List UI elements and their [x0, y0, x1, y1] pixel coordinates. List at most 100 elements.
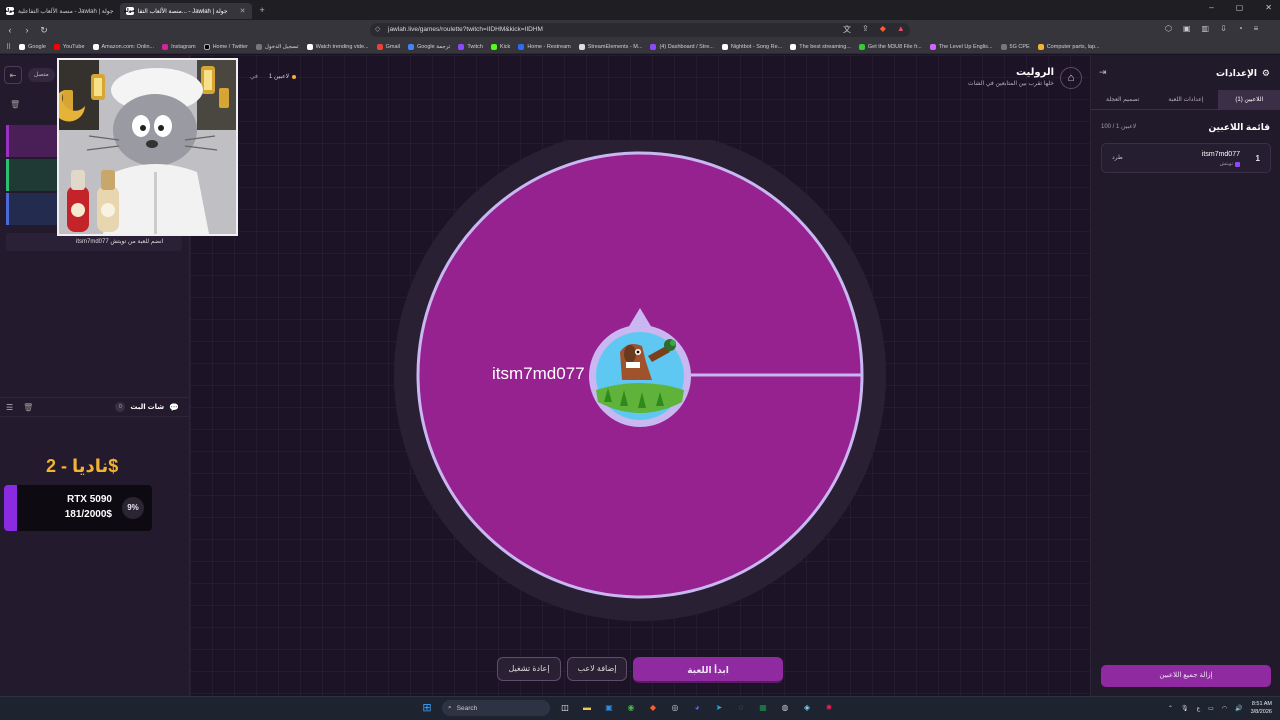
- chrome-icon[interactable]: ◉: [624, 701, 638, 715]
- wallet-icon[interactable]: ▣: [1183, 24, 1191, 33]
- bookmark-item[interactable]: YouTube: [53, 43, 85, 50]
- bookmark-item[interactable]: StreamElements - M...: [578, 43, 642, 50]
- remove-all-players-button[interactable]: إزالة جميع اللاعبين: [1101, 665, 1271, 687]
- microphone-icon[interactable]: 🎙: [1181, 705, 1189, 712]
- rewards-icon[interactable]: ▲: [897, 24, 905, 35]
- url-field[interactable]: ◇ jawlah.live/games/roulette?twitch=IIDH…: [370, 23, 910, 37]
- player-name: itsm7md077: [1201, 151, 1240, 158]
- new-tab-icon[interactable]: +: [260, 5, 265, 15]
- bookmark-item[interactable]: Instagram: [162, 43, 196, 50]
- windows-start-icon[interactable]: ⊞: [420, 701, 434, 715]
- telegram-icon[interactable]: ➤: [712, 701, 726, 715]
- vpn-icon[interactable]: ◔: [1238, 24, 1243, 33]
- bookmark-item[interactable]: Get the M3U8 File fr...: [858, 43, 922, 50]
- back-icon[interactable]: ‹: [3, 25, 17, 35]
- bookmark-item[interactable]: Amazon.com: Onlin...: [92, 43, 154, 50]
- url-text: jawlah.live/games/roulette?twitch=IIDHM&…: [388, 26, 543, 33]
- page-title: الروليت: [1015, 67, 1054, 78]
- trash-icon[interactable]: 🗑: [23, 403, 33, 412]
- collapse-panel-icon[interactable]: ⇥: [1099, 67, 1107, 78]
- tray-chevron-icon[interactable]: ⌃: [1168, 705, 1173, 712]
- extensions-icon[interactable]: ⬡: [1165, 24, 1172, 33]
- system-tray: ⌃ 🎙 ع ▭ ◠ 🔊 8:51 AM 3/8/2026: [1168, 700, 1272, 716]
- bookmark-item[interactable]: Kick: [490, 43, 510, 50]
- home-button[interactable]: ⌂: [1060, 67, 1082, 89]
- task-view-icon[interactable]: ◫: [558, 701, 572, 715]
- bookmark-item[interactable]: تسجيل الدخول: [255, 43, 299, 50]
- steam-icon[interactable]: ◎: [668, 701, 682, 715]
- tab-wheel-design[interactable]: تصميم العجلة: [1091, 90, 1154, 109]
- home-icon: ⌂: [1067, 72, 1075, 84]
- player-list-title: قائمة اللاعبين: [1208, 122, 1270, 132]
- brave-shield-icon[interactable]: ◆: [880, 24, 886, 35]
- app-icon[interactable]: ◈: [800, 701, 814, 715]
- bookmark-item[interactable]: The Level Up Englis...: [929, 43, 993, 50]
- bookmark-item[interactable]: (4) Dashboard / Stre...: [650, 43, 714, 50]
- store-icon[interactable]: ▣: [602, 701, 616, 715]
- bookmark-item[interactable]: Google: [19, 43, 46, 50]
- tab-title: منصة الألعاب التفا... - Jawlah | جولة: [137, 8, 228, 15]
- tab-game-settings[interactable]: إعدادات اللعبة: [1154, 90, 1217, 109]
- tab-title: منصة الألعاب التفاعلية - Jawlah | جولة: [18, 8, 114, 15]
- player-list-count: 100 / 1 لاعبين: [1101, 124, 1137, 130]
- add-player-button[interactable]: إضافة لاعب: [567, 657, 627, 681]
- bookmark-item[interactable]: Google ترجمة: [407, 43, 450, 50]
- clock[interactable]: 8:51 AM 3/8/2026: [1251, 700, 1272, 716]
- reload-icon[interactable]: ↻: [37, 25, 51, 36]
- display-icon[interactable]: ▭: [1208, 705, 1214, 712]
- bookmark-item[interactable]: Gmail: [376, 43, 400, 50]
- cartoon-cat-webcam-image: [59, 60, 236, 234]
- trash-icon[interactable]: 🗑: [10, 100, 20, 109]
- player-index: 1: [1255, 154, 1260, 163]
- bookmark-item[interactable]: Watch trending vide...: [306, 43, 369, 50]
- webcam-overlay: [57, 58, 238, 236]
- taskbar-search[interactable]: ⌕ Search: [442, 700, 550, 716]
- bookmark-icon[interactable]: ◇: [375, 23, 380, 37]
- settings-tabs: تصميم العجلة إعدادات اللعبة اللاعبين (1): [1091, 90, 1280, 110]
- menu-icon[interactable]: ≡: [1254, 24, 1259, 33]
- wifi-icon[interactable]: ◠: [1222, 705, 1227, 712]
- gear-icon: ⚙: [1261, 68, 1270, 78]
- bookmark-item[interactable]: Home - Restream: [518, 43, 571, 50]
- close-tab-icon[interactable]: ✕: [240, 7, 246, 15]
- bookmark-item[interactable]: Home / Twitter: [203, 43, 248, 50]
- download-icon[interactable]: ⇩: [1220, 24, 1227, 33]
- whatsapp-icon[interactable]: ◌: [734, 701, 748, 715]
- language-icon[interactable]: ع: [1197, 705, 1201, 712]
- bookmark-item[interactable]: 5G CPE: [1000, 43, 1030, 50]
- file-explorer-icon[interactable]: ▬: [580, 701, 594, 715]
- brave-icon[interactable]: ◆: [646, 701, 660, 715]
- close-window-icon[interactable]: ✕: [1265, 3, 1272, 12]
- bookmark-item[interactable]: Twitch: [458, 43, 483, 50]
- maximize-icon[interactable]: ▢: [1236, 3, 1244, 12]
- tab-players[interactable]: اللاعبين (1): [1217, 90, 1280, 109]
- discord-icon[interactable]: ◕: [690, 701, 704, 715]
- chat-header: ☰ 🗑 0 شات البث 💬: [0, 397, 190, 417]
- share-icon[interactable]: ⇪: [862, 24, 869, 35]
- restart-button[interactable]: إعادة تشغيل: [497, 657, 561, 681]
- players-count: في 1 لاعبين: [250, 73, 297, 80]
- kick-player-button[interactable]: طرد: [1112, 154, 1123, 161]
- collapse-panel-icon[interactable]: ⇤: [4, 66, 22, 84]
- translate-icon[interactable]: 文: [843, 24, 851, 35]
- sidebar-icon[interactable]: ▥: [1202, 24, 1210, 33]
- forward-icon[interactable]: ›: [20, 25, 34, 35]
- minimize-icon[interactable]: –: [1209, 3, 1213, 12]
- browser-tab-bar: جولة منصة الألعاب التفاعلية - Jawlah | ج…: [0, 0, 1280, 20]
- bookmark-item[interactable]: The best streaming...: [790, 43, 851, 50]
- wheel-segment-label: itsm7md077: [492, 364, 585, 383]
- excel-icon[interactable]: ▦: [756, 701, 770, 715]
- app-icon[interactable]: ✹: [822, 701, 836, 715]
- obs-icon[interactable]: ◍: [778, 701, 792, 715]
- apps-icon[interactable]: ⠿: [6, 43, 11, 51]
- browser-tab-active[interactable]: جولة منصة الألعاب التفا... - Jawlah | جو…: [119, 3, 252, 19]
- start-game-button[interactable]: ابدأ اللعبة: [633, 657, 783, 683]
- twitch-icon: [1235, 161, 1240, 167]
- list-icon[interactable]: ☰: [6, 403, 13, 412]
- bookmark-item[interactable]: Nightbot - Song Re...: [721, 43, 782, 50]
- roulette-wheel[interactable]: itsm7md077: [390, 140, 890, 640]
- volume-icon[interactable]: 🔊: [1235, 705, 1242, 712]
- bookmark-item[interactable]: Computer parts, lap...: [1037, 43, 1100, 50]
- address-bar-row: ‹ › ↻ ◇ jawlah.live/games/roulette?twitc…: [0, 20, 1280, 40]
- browser-tab[interactable]: جولة منصة الألعاب التفاعلية - Jawlah | ج…: [0, 3, 120, 19]
